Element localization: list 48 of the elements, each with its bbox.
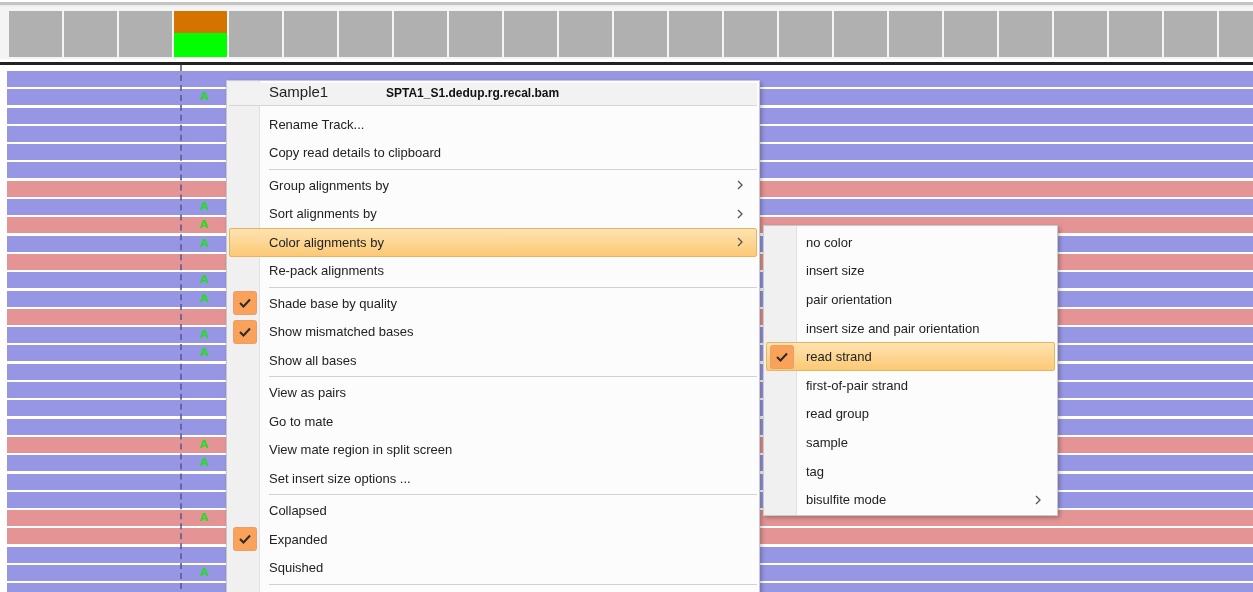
menu-item[interactable]: Shade base by quality bbox=[229, 289, 757, 318]
check-icon bbox=[233, 319, 257, 344]
track-name: Sample1 bbox=[269, 83, 330, 100]
mismatch-base: A bbox=[200, 329, 209, 342]
menu-item[interactable]: Sort alignments by bbox=[229, 199, 757, 228]
chevron-right-icon bbox=[736, 236, 744, 249]
menu-item[interactable]: Squished bbox=[229, 553, 757, 582]
menu-item[interactable]: Copy read details to clipboard bbox=[229, 138, 757, 167]
mismatch-base: A bbox=[200, 512, 209, 525]
menu-item[interactable]: read strand bbox=[766, 342, 1055, 371]
menu-item[interactable]: Group alignments by bbox=[229, 171, 757, 200]
mismatch-base: A bbox=[200, 457, 209, 470]
check-icon bbox=[233, 291, 257, 316]
mismatch-base: A bbox=[200, 292, 209, 305]
menu-item[interactable]: insert size and pair orientation bbox=[766, 313, 1055, 343]
menu-item[interactable]: Rename Track... bbox=[229, 110, 757, 139]
mismatch-base: A bbox=[200, 91, 209, 104]
chevron-right-icon bbox=[736, 207, 744, 220]
menu-item[interactable]: bisulfite mode bbox=[766, 485, 1055, 514]
menu-item[interactable]: no color bbox=[766, 228, 1055, 257]
menu-item[interactable]: pair orientation bbox=[766, 285, 1055, 314]
menu-item[interactable]: Show all bases bbox=[229, 346, 757, 375]
menu-item[interactable]: Show mismatched bases bbox=[229, 317, 757, 346]
check-icon bbox=[770, 344, 794, 369]
menu-item[interactable]: Color alignments by bbox=[229, 228, 757, 257]
menu-item[interactable]: Re-pack alignments bbox=[229, 256, 757, 285]
mismatch-base: A bbox=[200, 237, 209, 250]
menu-item[interactable]: first-of-pair strand bbox=[766, 370, 1055, 400]
mismatch-base: A bbox=[200, 219, 209, 232]
mismatch-base: A bbox=[200, 201, 209, 214]
mismatch-base: A bbox=[200, 438, 209, 451]
menu-item[interactable]: tag bbox=[766, 456, 1055, 486]
menu-item[interactable]: sample bbox=[766, 428, 1055, 457]
mismatch-base: A bbox=[200, 274, 209, 287]
mismatch-base: A bbox=[200, 567, 209, 579]
menu-item[interactable]: View mate region in split screen bbox=[229, 435, 757, 464]
menu-item[interactable]: Collapsed bbox=[229, 496, 757, 525]
check-icon bbox=[233, 527, 257, 552]
menu-item[interactable]: read group bbox=[766, 399, 1055, 429]
track-file-name: SPTA1_S1.dedup.rg.recal.bam bbox=[386, 86, 560, 100]
chevron-right-icon bbox=[1034, 493, 1042, 506]
menu-item[interactable]: View as pairs bbox=[229, 378, 757, 407]
menu-item[interactable]: insert size bbox=[766, 256, 1055, 286]
menu-item[interactable]: Set insert size options ... bbox=[229, 464, 757, 493]
menu-item[interactable]: Go to mate bbox=[229, 407, 757, 436]
menu-item[interactable]: Expanded bbox=[229, 525, 757, 554]
chevron-right-icon bbox=[736, 179, 744, 192]
mismatch-base: A bbox=[200, 347, 209, 360]
